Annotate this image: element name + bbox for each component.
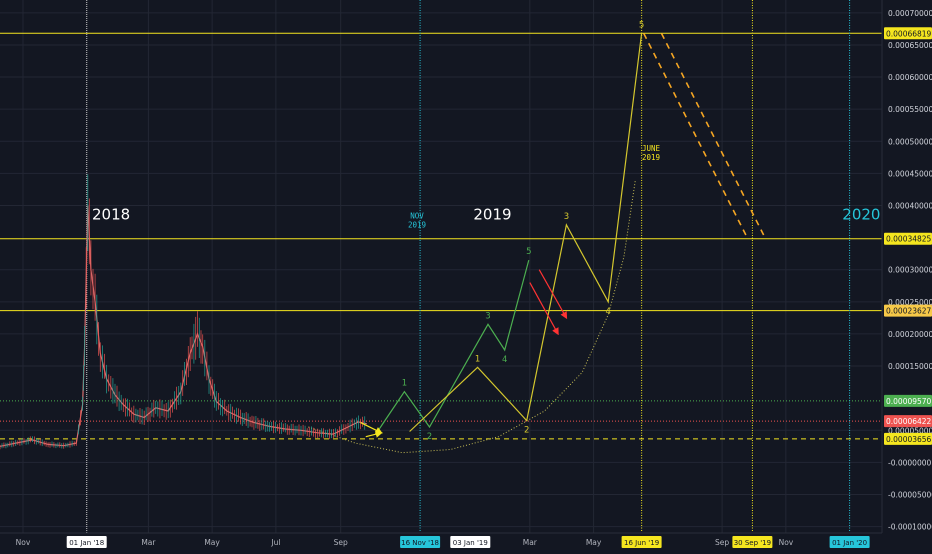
wave-label: 1: [475, 354, 480, 364]
wave-label: 4: [605, 307, 610, 317]
price-tick-label: 0.00040000: [888, 202, 932, 211]
year-label: 2019: [473, 206, 511, 224]
time-tick-label: Nov: [16, 538, 31, 547]
price-tick-label: 0.00070000: [888, 9, 932, 18]
price-tick-label: 0.00065000: [888, 41, 932, 50]
price-tick-label: 0.00055000: [888, 105, 932, 114]
price-tick-label: -0.0000000: [888, 458, 931, 467]
annotation-note: 2019: [408, 220, 426, 229]
annotation-note: JUNE: [642, 144, 661, 153]
price-level-label: 0.00034825: [886, 235, 932, 244]
price-level-label: 0.00003656: [886, 435, 932, 444]
time-tick-label: Mar: [523, 538, 538, 547]
wave-label: 2: [524, 426, 529, 436]
chart-area[interactable]: 1 2 3 4 5 1 2 3 4 5 2018 2019 2020 NOV 2019 JUNE 2019 0.…: [0, 0, 932, 550]
price-tick-label: -0.00005000: [888, 491, 932, 500]
wave-label: 1: [402, 379, 407, 389]
year-label: 2020: [842, 206, 880, 224]
price-level-label: 0.00009570: [886, 397, 932, 406]
price-tick-label: 0.00060000: [888, 73, 932, 82]
time-tick-label: Mar: [141, 538, 156, 547]
time-tick-label: Sep: [334, 538, 348, 547]
time-tick-label: May: [204, 538, 220, 547]
price-level-label: 0.00023627: [886, 307, 932, 316]
price-tick-label: 0.00030000: [888, 266, 932, 275]
date-badge-label: 16 Jun '19: [624, 539, 659, 547]
wave-label: 4: [502, 355, 507, 365]
wave-label: 2: [427, 432, 432, 442]
wave-label: 5: [639, 20, 644, 30]
price-tick-label: 0.00050000: [888, 137, 932, 146]
time-tick-label: May: [586, 538, 602, 547]
annotation-note: NOV: [410, 211, 424, 220]
price-tick-label: 0.00020000: [888, 330, 932, 339]
time-tick-label: Sep: [715, 538, 729, 547]
wave-label: 3: [485, 311, 490, 321]
price-tick-label: 0.00015000: [888, 362, 932, 371]
annotation-note: 2019: [642, 153, 660, 162]
date-badge-label: 01 Jan '18: [69, 539, 104, 547]
price-level-label: 0.00006422: [886, 417, 932, 426]
time-tick-label: Nov: [779, 538, 794, 547]
year-label: 2018: [92, 206, 130, 224]
date-badge-label: 03 Jan '19: [453, 539, 488, 547]
price-chart[interactable]: 12345123452018 2019 2020NOV2019JUNE2019 0.…: [0, 0, 932, 550]
time-tick-label: Jul: [270, 538, 280, 547]
date-badge-label: 30 Sep '19: [734, 539, 771, 547]
price-axis[interactable]: [882, 0, 932, 550]
price-tick-label: -0.00010000: [888, 523, 932, 532]
wave-label: 5: [526, 247, 531, 257]
date-badge-label: 01 Jan '20: [832, 539, 867, 547]
wave-label: 3: [564, 212, 569, 222]
price-level-label: 0.00066819: [886, 29, 932, 38]
date-badge-label: 16 Nov '18: [401, 539, 439, 547]
price-tick-label: 0.00045000: [888, 169, 932, 178]
